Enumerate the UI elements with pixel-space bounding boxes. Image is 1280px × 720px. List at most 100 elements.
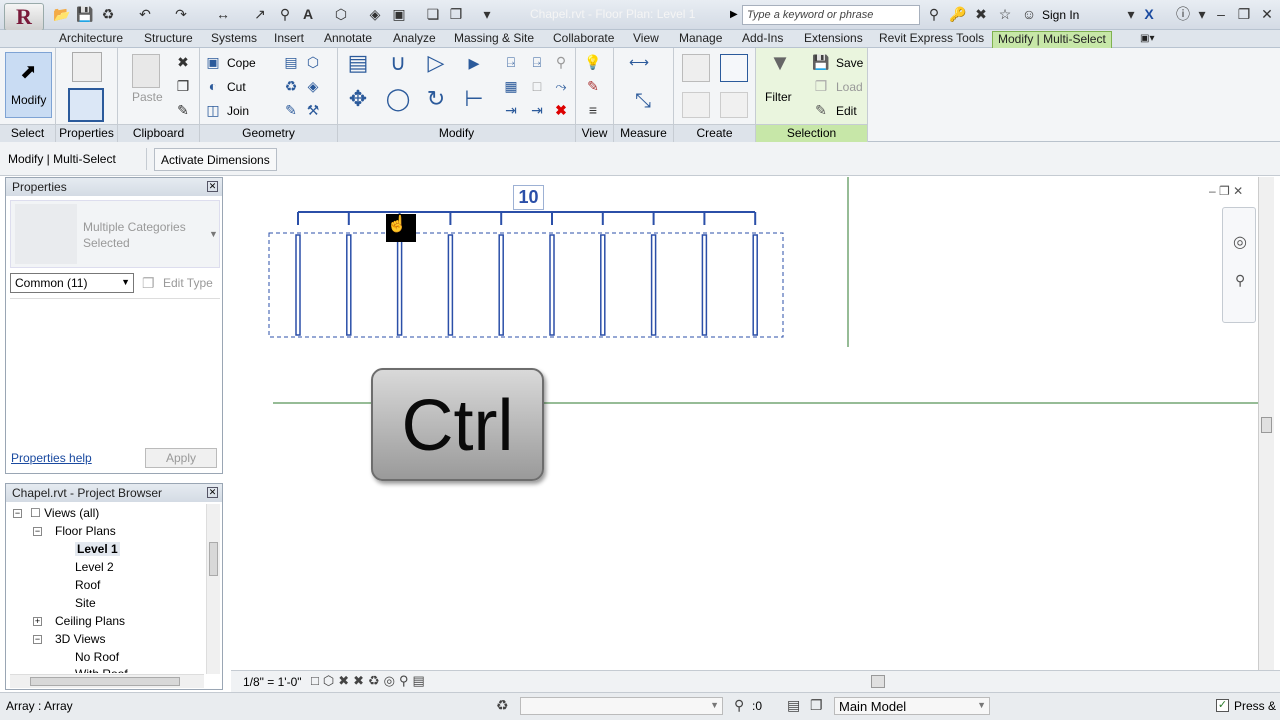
canvas-vscroll-thumb[interactable] — [1261, 417, 1272, 433]
modify-button[interactable]: ⬈ Modify — [5, 52, 52, 118]
editable-only-icon[interactable]: ❐ — [810, 697, 823, 714]
collapse-3d-views-icon[interactable]: − — [33, 635, 42, 644]
properties-help-link[interactable]: Properties help — [11, 451, 92, 465]
worksets-icon[interactable]: ♻ — [496, 697, 509, 714]
tab-modify-multi-select[interactable]: Modify | Multi-Select — [992, 31, 1112, 48]
browser-hscroll[interactable] — [10, 674, 204, 688]
hammer-icon[interactable]: ⚒ — [304, 101, 322, 119]
tree-ceiling-plans[interactable]: Ceiling Plans — [55, 614, 125, 628]
split-icon[interactable]: ⍈ — [502, 53, 520, 71]
binoculars-icon[interactable]: ⚲ — [925, 5, 943, 23]
communication-icon[interactable]: ✖ — [972, 5, 990, 23]
paste-icon[interactable] — [132, 54, 160, 88]
pin-icon[interactable]: ⤳ — [552, 77, 570, 95]
measure-between-icon[interactable]: ⟷ — [624, 53, 654, 71]
help-search-input[interactable]: Type a keyword or phrase — [742, 5, 920, 25]
selection-filter-icon[interactable]: ⚲ — [734, 697, 744, 714]
offset-icon[interactable]: ∪ — [384, 52, 412, 82]
design-model-select[interactable]: Main Model ▼ — [834, 697, 990, 715]
tab-annotate[interactable]: Annotate — [324, 31, 372, 48]
load-selection-button[interactable]: Load — [836, 80, 863, 94]
close-hidden-icon[interactable]: ❏ — [424, 5, 442, 23]
tab-structure[interactable]: Structure — [144, 31, 193, 48]
properties-close-icon[interactable]: ✕ — [207, 181, 218, 192]
open-icon[interactable]: 📂 — [53, 5, 71, 23]
split-gap-icon[interactable]: ⍈ — [528, 53, 546, 71]
filter-button[interactable]: Filter — [765, 90, 792, 104]
panel-title-view[interactable]: View — [576, 124, 613, 142]
canvas-hscroll-thumb[interactable] — [871, 675, 885, 688]
panel-title-select[interactable]: Select — [0, 124, 55, 142]
cope-button[interactable]: Cope — [227, 56, 256, 70]
canvas-vscroll[interactable] — [1258, 177, 1274, 670]
press-drag-checkbox[interactable]: ✓ — [1216, 699, 1229, 712]
filter-icon[interactable]: ▼ — [768, 52, 792, 74]
browser-hscroll-thumb[interactable] — [30, 677, 180, 686]
align-icon[interactable]: ▤ — [344, 52, 372, 82]
tag-icon[interactable]: ⚲ — [276, 5, 294, 23]
demolish-icon[interactable]: ◈ — [304, 77, 322, 95]
navigation-bar[interactable]: ◎ ⚲ — [1222, 207, 1256, 323]
view-window-controls[interactable]: – ❐ ✕ — [1209, 184, 1243, 198]
collapse-views-icon[interactable]: − — [13, 509, 22, 518]
type-selector[interactable]: Multiple Categories Selected ▼ — [10, 200, 220, 268]
tree-site[interactable]: Site — [75, 596, 96, 610]
trim-icon[interactable]: ⊢ — [460, 88, 488, 118]
section-icon[interactable]: ◈ — [366, 5, 384, 23]
create-parts-icon[interactable] — [682, 92, 710, 118]
tree-level-1[interactable]: Level 1 — [75, 542, 120, 556]
browser-vscroll[interactable] — [206, 504, 220, 674]
steering-wheel-icon[interactable]: ◎ — [1233, 232, 1247, 252]
mirror-line-icon[interactable]: ▸ — [460, 52, 488, 82]
scale-icon[interactable]: □ — [528, 77, 546, 95]
create-similar-icon[interactable] — [720, 92, 748, 118]
linework-icon[interactable]: ≡ — [584, 101, 602, 119]
trim-extend-icon[interactable]: ⇥ — [502, 101, 520, 119]
expand-search-icon[interactable]: ▶ — [730, 9, 738, 20]
panel-title-modify[interactable]: Modify — [338, 124, 575, 142]
properties-icon[interactable] — [68, 88, 104, 122]
rotate-icon[interactable]: ↻ — [422, 88, 450, 118]
type-dropdown-icon[interactable]: ▼ — [209, 229, 218, 239]
tree-level-2[interactable]: Level 2 — [75, 560, 114, 574]
create-assembly-icon[interactable] — [682, 54, 710, 82]
apply-button[interactable]: Apply — [145, 448, 217, 468]
user-icon[interactable]: ☺ — [1020, 5, 1038, 23]
expand-ceiling-plans-icon[interactable]: + — [33, 617, 42, 626]
hide-icon[interactable]: 💡 — [584, 53, 602, 71]
create-group-icon[interactable] — [720, 54, 748, 82]
join-button[interactable]: Join — [227, 104, 249, 118]
array-count-field[interactable]: 10 — [513, 185, 544, 210]
copy-icon[interactable]: ❐ — [174, 77, 192, 95]
activate-dimensions-button[interactable]: Activate Dimensions — [154, 148, 277, 171]
extend-icon[interactable]: ⇥ — [528, 101, 546, 119]
tree-with-roof[interactable]: With Roof — [75, 667, 128, 673]
panel-title-properties[interactable]: Properties — [56, 124, 117, 142]
dimension-icon[interactable]: ⤡ — [628, 91, 658, 111]
favorites-icon[interactable]: ☆ — [996, 5, 1014, 23]
tab-revit-express-tools[interactable]: Revit Express Tools — [879, 31, 984, 48]
undo-icon[interactable]: ↶ — [136, 5, 154, 23]
workset-select[interactable]: ▼ — [520, 697, 723, 715]
panel-title-geometry[interactable]: Geometry — [200, 124, 337, 142]
copy-modify-icon[interactable]: ◯ — [384, 88, 412, 118]
paint-icon[interactable]: ✎ — [282, 101, 300, 119]
split-face-icon[interactable]: ▤ — [282, 53, 300, 71]
help-icon[interactable]: ⓘ — [1174, 5, 1192, 23]
cut-clipboard-icon[interactable]: ✖ — [174, 53, 192, 71]
text-icon[interactable]: A — [299, 5, 317, 23]
switch-windows-icon[interactable]: ❐ — [447, 5, 465, 23]
3d-view-icon[interactable]: ⬡ — [332, 5, 350, 23]
paste-button[interactable]: Paste — [132, 90, 163, 104]
mirror-axis-icon[interactable]: ▷ — [422, 52, 450, 82]
tab-collaborate[interactable]: Collaborate — [553, 31, 614, 48]
tab-extensions[interactable]: Extensions — [804, 31, 863, 48]
tree-3d-views[interactable]: 3D Views — [55, 632, 105, 646]
tree-roof[interactable]: Roof — [75, 578, 100, 592]
panel-title-selection[interactable]: Selection — [756, 124, 867, 142]
tab-add-ins[interactable]: Add-Ins — [742, 31, 783, 48]
minimize-icon[interactable]: – — [1212, 5, 1230, 23]
array-icon[interactable]: ▦ — [502, 77, 520, 95]
panel-title-measure[interactable]: Measure — [614, 124, 673, 142]
tab-manage[interactable]: Manage — [679, 31, 722, 48]
